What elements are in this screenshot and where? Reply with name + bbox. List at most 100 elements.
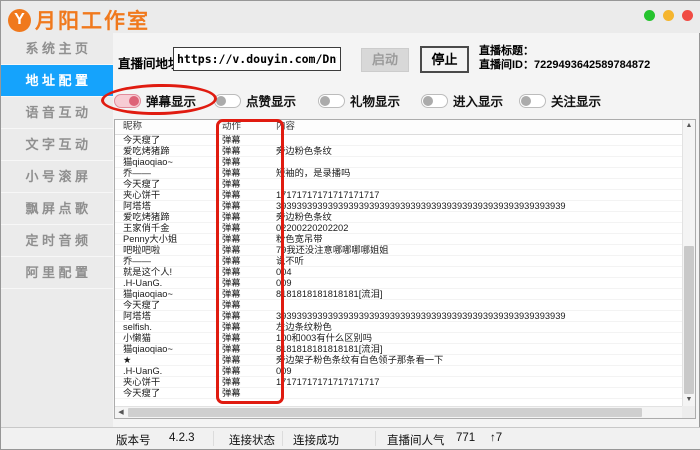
- table-row[interactable]: 小懒猫弹幕100和003有什么区别吗: [115, 333, 682, 344]
- toggle-group-2[interactable]: 点赞显示: [214, 91, 296, 110]
- table-row[interactable]: 猫qiaoqiao~弹幕8181818181818181[流泪]: [115, 289, 682, 300]
- horizontal-scrollbar[interactable]: ◀: [115, 406, 682, 418]
- toggle-label: 点赞显示: [246, 91, 296, 110]
- table-row[interactable]: .H-UanG.弹幕009: [115, 278, 682, 289]
- danmaku-table: 昵称 动作 内容 今天瘦了弹幕爱吃烤猪蹄弹幕旁边粉色条纹猫qiaoqiao~弹幕…: [114, 119, 696, 419]
- table-row[interactable]: 吧啦吧啦弹幕79我还没注意哪哪哪哪姐姐: [115, 245, 682, 256]
- cell-nickname: selfish.: [115, 322, 210, 332]
- cell-content: 左边条纹粉色: [270, 322, 682, 332]
- toggle-knob: [521, 96, 531, 106]
- cell-nickname: 王家俏千金: [115, 223, 210, 233]
- table-row[interactable]: ★弹幕旁边架子粉色条纹有白色领子那条看一下: [115, 355, 682, 366]
- column-header-action: 动作: [210, 120, 270, 134]
- cell-content: 8181818181818181[流泪]: [270, 289, 682, 299]
- table-row[interactable]: selfish.弹幕左边条纹粉色: [115, 322, 682, 333]
- toggle-knob: [423, 96, 433, 106]
- window-zoom-button[interactable]: [644, 10, 655, 21]
- cell-action: 弹幕: [210, 168, 270, 178]
- cell-nickname: 夹心饼干: [115, 190, 210, 200]
- table-row[interactable]: 就是这个人!弹幕004: [115, 267, 682, 278]
- table-row[interactable]: 爱吃烤猪蹄弹幕旁边粉色条纹: [115, 212, 682, 223]
- table-header: 昵称 动作 内容: [115, 120, 682, 135]
- cell-content: [270, 300, 682, 310]
- toggle-switch-off[interactable]: [214, 94, 241, 108]
- toggle-group-5[interactable]: 关注显示: [519, 91, 601, 110]
- table-row[interactable]: 乔——弹幕说不听: [115, 256, 682, 267]
- window-close-button[interactable]: [682, 10, 693, 21]
- room-url-input[interactable]: [173, 47, 341, 71]
- vertical-scrollbar[interactable]: ▲ ▼: [682, 120, 695, 406]
- horizontal-scroll-thumb[interactable]: [128, 408, 642, 417]
- scroll-left-icon[interactable]: ◀: [115, 407, 127, 418]
- version-value: 4.2.3: [169, 432, 195, 444]
- toggle-group-4[interactable]: 进入显示: [421, 91, 503, 110]
- sidebar-item-4[interactable]: 文字互动: [1, 129, 113, 161]
- toggle-switch-off[interactable]: [318, 94, 345, 108]
- table-row[interactable]: 猫qiaoqiao~弹幕8181818181818181[流泪]: [115, 344, 682, 355]
- cell-nickname: 夹心饼干: [115, 377, 210, 387]
- status-separator: [213, 431, 214, 446]
- cell-nickname: 小懒猫: [115, 333, 210, 343]
- status-separator: [282, 431, 283, 446]
- title-bar: Y 月阳工作室: [1, 1, 700, 33]
- window-controls: [644, 10, 693, 21]
- connection-label: 连接状态: [229, 432, 275, 448]
- cell-nickname: Penny大小姐: [115, 234, 210, 244]
- table-row[interactable]: 爱吃烤猪蹄弹幕旁边粉色条纹: [115, 146, 682, 157]
- scroll-down-icon[interactable]: ▼: [683, 394, 695, 406]
- app-title: 月阳工作室: [35, 5, 150, 35]
- cell-content: 17171717171717171717: [270, 377, 682, 387]
- table-row[interactable]: 乔——弹幕短袖的，是录播吗: [115, 168, 682, 179]
- column-header-content: 内容: [270, 120, 682, 134]
- cell-content: 009: [270, 278, 682, 288]
- cell-content: [270, 388, 682, 398]
- cell-nickname: 乔——: [115, 168, 210, 178]
- sidebar-item-6[interactable]: 飘屏点歌: [1, 193, 113, 225]
- table-row[interactable]: 今天瘦了弹幕: [115, 179, 682, 190]
- table-row[interactable]: 夹心饼干弹幕17171717171717171717: [115, 190, 682, 201]
- toggle-row: 弹幕显示 点赞显示 礼物显示 进入显示 关注显示: [1, 91, 700, 111]
- table-row[interactable]: 夹心饼干弹幕17171717171717171717: [115, 377, 682, 388]
- toggle-switch-off[interactable]: [421, 94, 448, 108]
- cell-content: 旁边架子粉色条纹有白色领子那条看一下: [270, 355, 682, 365]
- table-row[interactable]: 今天瘦了弹幕: [115, 388, 682, 399]
- toggle-group-1[interactable]: 弹幕显示: [114, 91, 196, 110]
- toggle-knob: [129, 96, 139, 106]
- sidebar-item-1[interactable]: 系统主页: [1, 33, 113, 65]
- toggle-switch-on[interactable]: [114, 94, 141, 108]
- toggle-label: 关注显示: [551, 91, 601, 110]
- popularity-label: 直播间人气: [387, 432, 445, 448]
- stop-button[interactable]: 停止: [420, 46, 469, 73]
- toggle-switch-off[interactable]: [519, 94, 546, 108]
- status-separator: [375, 431, 376, 446]
- popularity-value: 771: [456, 432, 475, 444]
- cell-content: 说不听: [270, 256, 682, 266]
- column-header-nickname: 昵称: [115, 120, 210, 134]
- table-row[interactable]: 今天瘦了弹幕: [115, 135, 682, 146]
- window-minimize-button[interactable]: [663, 10, 674, 21]
- live-info: 直播标题： 直播间ID：7229493642589784872: [479, 44, 650, 72]
- status-bar: 版本号 4.2.3 连接状态 连接成功 直播间人气 771 ↑7: [1, 427, 700, 449]
- sidebar-item-7[interactable]: 定时音频: [1, 225, 113, 257]
- table-row[interactable]: .H-UanG.弹幕009: [115, 366, 682, 377]
- cell-action: 弹幕: [210, 333, 270, 343]
- cell-nickname: .H-UanG.: [115, 278, 210, 288]
- table-row[interactable]: 阿塔塔弹幕39393939393939393939393939393939393…: [115, 201, 682, 212]
- cell-content: 短袖的，是录播吗: [270, 168, 682, 178]
- cell-action: 弹幕: [210, 135, 270, 145]
- table-row[interactable]: Penny大小姐弹幕粉色宽吊带: [115, 234, 682, 245]
- cell-content: 79我还没注意哪哪哪哪姐姐: [270, 245, 682, 255]
- table-row[interactable]: 王家俏千金弹幕02200220202202: [115, 223, 682, 234]
- table-row[interactable]: 阿塔塔弹幕39393939393939393939393939393939393…: [115, 311, 682, 322]
- vertical-scroll-thumb[interactable]: [684, 246, 694, 394]
- sidebar-item-5[interactable]: 小号滚屏: [1, 161, 113, 193]
- start-button[interactable]: 启动: [361, 48, 409, 72]
- table-row[interactable]: 今天瘦了弹幕: [115, 300, 682, 311]
- scroll-up-icon[interactable]: ▲: [683, 120, 695, 132]
- room-id-value: 7229493642589784872: [534, 59, 650, 71]
- toggle-knob: [216, 96, 226, 106]
- table-row[interactable]: 猫qiaoqiao~弹幕: [115, 157, 682, 168]
- app-window: { "window": { "logo_letter": "Y", "title…: [0, 0, 700, 450]
- toggle-group-3[interactable]: 礼物显示: [318, 91, 400, 110]
- sidebar-item-8[interactable]: 阿里配置: [1, 257, 113, 289]
